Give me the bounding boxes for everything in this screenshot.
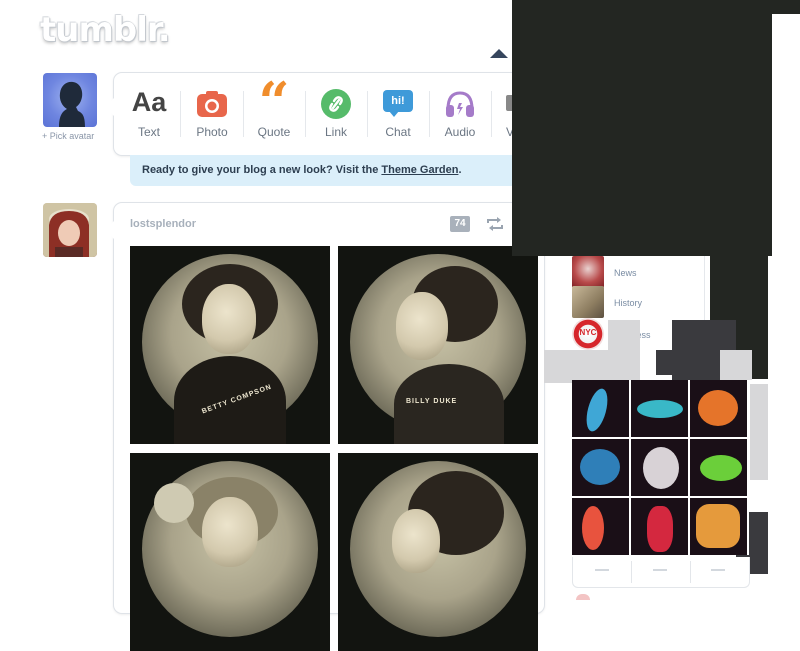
tumblr-logo[interactable]: tumblr. (40, 10, 171, 50)
chat-icon: hi! (383, 90, 413, 117)
post-type-photo[interactable]: Photo (181, 73, 243, 155)
grid-post-footer (572, 557, 750, 588)
post-type-label: Chat (385, 125, 411, 139)
reblog-icon[interactable] (486, 216, 504, 237)
quote-icon: “ (258, 70, 290, 134)
post-type-label: Photo (196, 125, 228, 139)
text-icon: Aa (131, 87, 167, 117)
photo-caption: BILLY DUKE (406, 398, 458, 405)
silhouette-icon (59, 81, 85, 127)
notice-message: Ready to give your blog a new look? Visi… (142, 164, 382, 176)
grid-image-koi[interactable] (572, 498, 629, 555)
creature-image-grid (572, 380, 749, 555)
post-pointer (105, 221, 114, 239)
history-thumbnail (572, 286, 604, 318)
sidebar-item-label: News (614, 268, 637, 278)
notes-count-badge[interactable]: 74 (450, 216, 470, 232)
link-icon (321, 89, 351, 124)
theme-garden-link[interactable]: Theme Garden (381, 164, 458, 176)
pick-avatar-link[interactable]: + Pick avatar (42, 131, 94, 141)
grid-image-bird[interactable] (572, 439, 629, 496)
post-photo[interactable] (130, 453, 330, 651)
post-type-link[interactable]: Link (305, 73, 367, 155)
share-icon[interactable] (595, 569, 609, 571)
news-thumbnail (572, 256, 604, 288)
post-author-name[interactable]: lostsplendor (130, 218, 196, 230)
glitch-block (656, 350, 688, 375)
nyc-badge-icon: NYC (572, 318, 604, 350)
avatar-placeholder[interactable] (43, 73, 97, 127)
like-icon[interactable] (711, 569, 725, 571)
photoset-post: lostsplendor 74 BETTY COMPSON BILLY DUKE (105, 203, 544, 651)
sidebar-item-history[interactable]: History (572, 286, 704, 318)
post-type-audio[interactable]: Audio (429, 73, 491, 155)
post-author-avatar[interactable] (43, 203, 97, 257)
portrait-image (43, 203, 97, 257)
grid-image-bear[interactable] (690, 380, 747, 437)
glitch-block (750, 384, 768, 480)
grid-image-fish[interactable] (572, 380, 629, 437)
glitch-block (608, 320, 640, 350)
post-photo[interactable]: BETTY COMPSON (130, 246, 330, 444)
post-type-bar: Aa Text Photo “ Quote Link hi! Chat Audi… (105, 73, 534, 155)
glitch-block (720, 350, 752, 380)
reblog-icon[interactable] (653, 569, 667, 571)
post-photo[interactable]: BILLY DUKE (338, 246, 538, 444)
grid-image-chameleon[interactable] (690, 439, 747, 496)
post-type-chat[interactable]: hi! Chat (367, 73, 429, 155)
post-type-label: Text (137, 125, 160, 139)
sidebar-item-news[interactable]: News (572, 256, 704, 288)
notice-end: . (458, 164, 462, 176)
grid-image-whale[interactable] (631, 380, 688, 437)
post-type-text[interactable]: Aa Text (118, 73, 180, 155)
headphones-icon (444, 89, 476, 124)
overlay-corner (770, 0, 800, 14)
post-type-quote[interactable]: “ Quote (243, 73, 305, 155)
camera-icon (196, 89, 228, 124)
post-photo[interactable] (338, 453, 538, 651)
notice-text: Ready to give your blog a new look? Visi… (142, 155, 462, 186)
post-type-label: Link (324, 125, 347, 139)
grid-image-fox[interactable] (690, 498, 747, 555)
glitch-block (544, 350, 640, 383)
dashboard-caret-icon (490, 49, 508, 58)
post-type-label: Quote (257, 125, 291, 139)
theme-garden-notice: Ready to give your blog a new look? Visi… (130, 155, 520, 186)
grid-image-mouse[interactable] (631, 439, 688, 496)
post-type-label: Audio (444, 125, 476, 139)
grid-image-deer[interactable] (631, 498, 688, 555)
sidebar-item-label: History (614, 298, 643, 308)
typebar-pointer (105, 98, 114, 116)
next-post-avatar (576, 594, 590, 600)
